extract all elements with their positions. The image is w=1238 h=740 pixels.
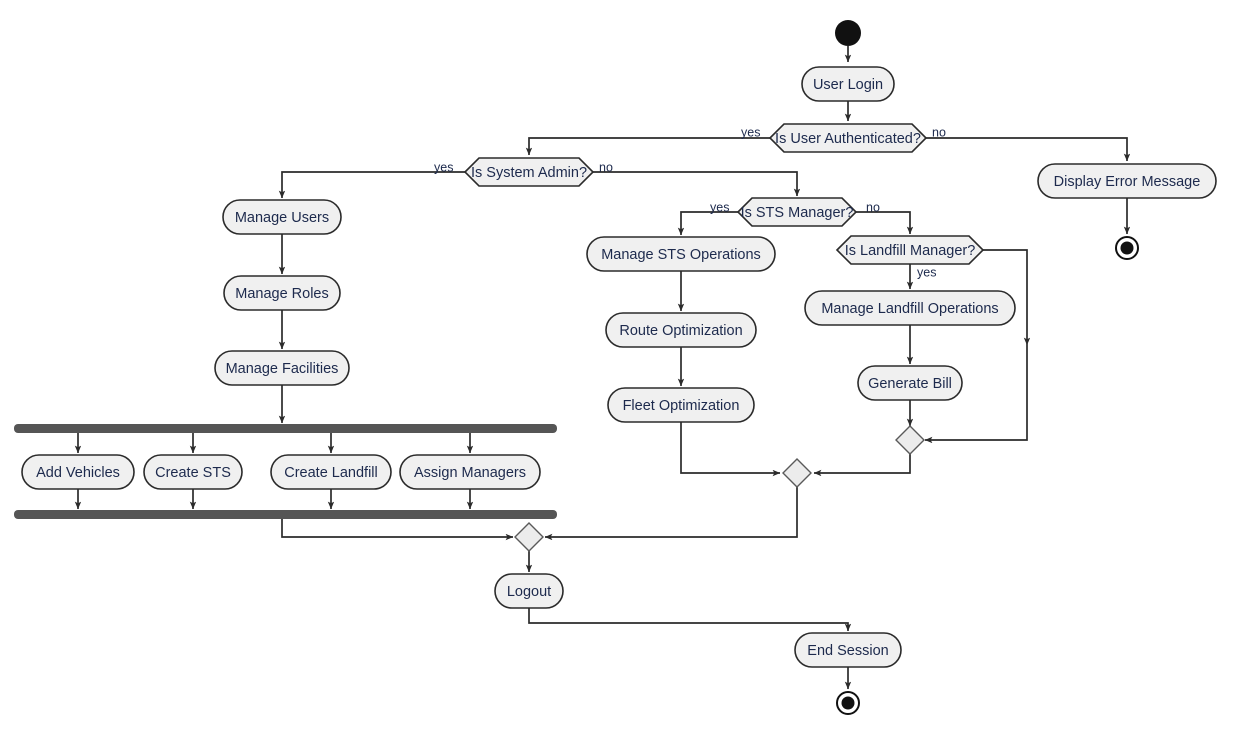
activity-node-route-opt: Route Optimization bbox=[605, 312, 757, 348]
decision-node-is-user-auth: Is User Authenticated? bbox=[768, 123, 928, 153]
activity-label: Assign Managers bbox=[414, 465, 526, 481]
final-node-icon bbox=[1115, 236, 1139, 260]
edge-guard-label: no bbox=[599, 160, 613, 174]
merge-node bbox=[514, 522, 544, 552]
flow-edge bbox=[856, 211, 914, 235]
merge-node bbox=[895, 425, 925, 455]
flow-edge bbox=[525, 137, 770, 156]
activity-node-display-error: Display Error Message bbox=[1037, 163, 1217, 199]
decision-label: Is Landfill Manager? bbox=[845, 243, 976, 259]
edge-guard-label: yes bbox=[917, 265, 936, 279]
activity-node-generate-bill: Generate Bill bbox=[857, 365, 963, 401]
decision-node-is-sts-manager: Is STS Manager? bbox=[736, 197, 858, 227]
flow-edge bbox=[680, 422, 781, 477]
edge-guard-label: yes bbox=[710, 200, 729, 214]
activity-label: End Session bbox=[807, 643, 888, 659]
activity-label: Logout bbox=[507, 584, 551, 600]
activity-node-assign-managers: Assign Managers bbox=[399, 454, 541, 490]
edge-guard-label: yes bbox=[741, 125, 760, 139]
decision-label: Is System Admin? bbox=[471, 165, 587, 181]
edge-guard-label: yes bbox=[434, 160, 453, 174]
activity-node-logout: Logout bbox=[494, 573, 564, 609]
activity-label: Fleet Optimization bbox=[623, 398, 740, 414]
flow-edge bbox=[593, 171, 801, 197]
activity-label: Create STS bbox=[155, 465, 231, 481]
edge-guard-label: no bbox=[866, 200, 880, 214]
activity-label: User Login bbox=[813, 77, 883, 93]
merge-node bbox=[782, 458, 812, 488]
activity-node-add-vehicles: Add Vehicles bbox=[21, 454, 135, 490]
activity-label: Manage Landfill Operations bbox=[821, 301, 998, 317]
activity-diagram-canvas: Is User Authenticated? Is System Admin? Is… bbox=[0, 0, 1238, 740]
activity-label: Manage Facilities bbox=[226, 361, 339, 377]
activity-node-fleet-opt: Fleet Optimization bbox=[607, 387, 755, 423]
activity-node-manage-sts-ops: Manage STS Operations bbox=[586, 236, 776, 272]
activity-node-manage-users: Manage Users bbox=[222, 199, 342, 235]
decision-label: Is User Authenticated? bbox=[775, 131, 921, 147]
activity-label: Create Landfill bbox=[284, 465, 378, 481]
final-node-icon bbox=[836, 691, 860, 715]
decision-label: Is STS Manager? bbox=[741, 205, 854, 221]
flow-edge bbox=[677, 211, 738, 236]
activity-label: Manage Roles bbox=[235, 286, 329, 302]
flow-edge bbox=[813, 454, 911, 477]
activity-node-end-session: End Session bbox=[794, 632, 902, 668]
activity-label: Manage Users bbox=[235, 210, 329, 226]
flow-edge bbox=[528, 608, 852, 632]
activity-label: Route Optimization bbox=[619, 323, 742, 339]
decision-node-is-system-admin: Is System Admin? bbox=[463, 157, 595, 187]
activity-nodes-layer: User Login Display Error Message Manage Us… bbox=[21, 66, 1217, 668]
flow-edge bbox=[926, 137, 1131, 162]
flow-edge bbox=[544, 487, 798, 541]
initial-node-icon bbox=[835, 20, 861, 46]
activity-node-create-sts: Create STS bbox=[143, 454, 243, 490]
activity-node-manage-landfill: Manage Landfill Operations bbox=[804, 290, 1016, 326]
activity-node-manage-roles: Manage Roles bbox=[223, 275, 341, 311]
activity-label: Display Error Message bbox=[1054, 174, 1201, 190]
fork-bar bbox=[14, 424, 557, 433]
activity-label: Manage STS Operations bbox=[601, 247, 761, 263]
edge-guard-label: no bbox=[932, 125, 946, 139]
activity-node-manage-facilities: Manage Facilities bbox=[214, 350, 350, 386]
decision-node-is-landfill-manager: Is Landfill Manager? bbox=[835, 235, 985, 265]
flow-edge bbox=[278, 171, 465, 199]
final-node-dot bbox=[1120, 241, 1134, 255]
activity-node-user-login: User Login bbox=[801, 66, 895, 102]
uml-activity-diagram: Is User Authenticated? Is System Admin? Is… bbox=[14, 20, 1217, 715]
join-bar bbox=[14, 510, 557, 519]
merge-nodes-layer bbox=[514, 425, 925, 552]
activity-node-create-landfill: Create Landfill bbox=[270, 454, 392, 490]
activity-label: Generate Bill bbox=[868, 376, 952, 392]
activity-label: Add Vehicles bbox=[36, 465, 120, 481]
flow-edge bbox=[281, 519, 514, 541]
final-node-dot bbox=[841, 696, 855, 710]
